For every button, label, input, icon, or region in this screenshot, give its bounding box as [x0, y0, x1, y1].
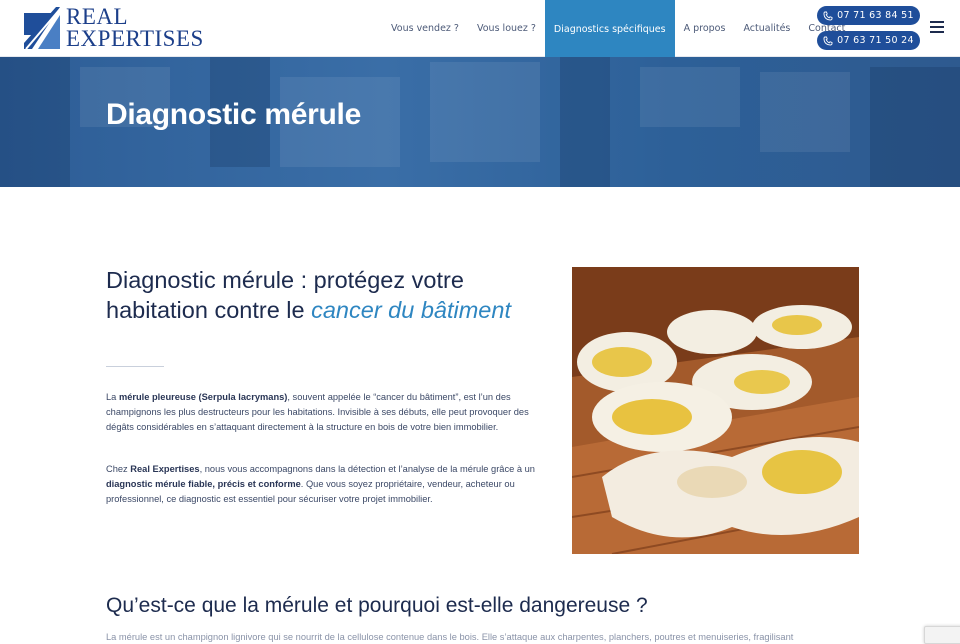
p2-seg-bold: Real Expertises — [130, 464, 200, 474]
logo-text-line2: EXPERTISES — [66, 26, 204, 51]
logo-mark-icon — [24, 7, 61, 50]
nav-a-propos[interactable]: A propos — [675, 0, 735, 57]
intro-heading-emphasis: cancer du bâtiment — [311, 297, 511, 323]
nav-actualites[interactable]: Actualités — [734, 0, 799, 57]
p2-seg: , nous vous accompagnons dans la détecti… — [199, 464, 535, 474]
recaptcha-badge[interactable] — [924, 626, 960, 644]
phone-icon — [823, 36, 833, 45]
site-header: REAL EXPERTISES Vous vendez ? Vous louez… — [0, 0, 960, 57]
phone-button-1[interactable]: 07 71 63 84 51 — [817, 6, 920, 25]
logo-text: REAL EXPERTISES — [66, 4, 204, 51]
phone-number-1: 07 71 63 84 51 — [837, 10, 914, 21]
main-nav: Vous vendez ? Vous louez ? Diagnostics s… — [382, 0, 854, 57]
logo-text-line1: REAL — [66, 4, 129, 29]
phone-buttons: 07 71 63 84 51 07 63 71 50 24 — [817, 6, 920, 56]
p2-seg-bold: diagnostic mérule fiable, précis et conf… — [106, 479, 301, 490]
hero-banner: Diagnostic mérule — [0, 57, 960, 187]
intro-paragraph-2: Chez Real Expertises, nous vous accompag… — [106, 462, 542, 508]
logo[interactable]: REAL EXPERTISES — [22, 4, 212, 52]
nav-vous-vendez[interactable]: Vous vendez ? — [382, 0, 468, 57]
phone-button-2[interactable]: 07 63 71 50 24 — [817, 31, 920, 50]
p2-seg: Chez — [106, 464, 131, 474]
p1-seg: La — [106, 392, 119, 402]
heading-divider — [106, 366, 164, 367]
nav-vous-louez[interactable]: Vous louez ? — [468, 0, 545, 57]
section-heading-dangers: Qu’est-ce que la mérule et pourquoi est-… — [106, 594, 648, 617]
nav-diagnostics-specifiques[interactable]: Diagnostics spécifiques — [544, 0, 675, 57]
phone-number-2: 07 63 71 50 24 — [837, 35, 914, 46]
phone-icon — [823, 11, 833, 20]
merule-photo — [572, 267, 859, 554]
p1-seg-bold: mérule pleureuse (Serpula lacrymans) — [118, 392, 288, 402]
intro-paragraph-1: La mérule pleureuse (Serpula lacrymans),… — [106, 390, 542, 436]
page-title: Diagnostic mérule — [106, 98, 361, 131]
hamburger-menu-icon[interactable] — [930, 21, 944, 33]
intro-heading: Diagnostic mérule : protégez votre habit… — [106, 265, 526, 325]
section-paragraph-cut: La mérule est un champignon lignivore qu… — [106, 632, 794, 642]
